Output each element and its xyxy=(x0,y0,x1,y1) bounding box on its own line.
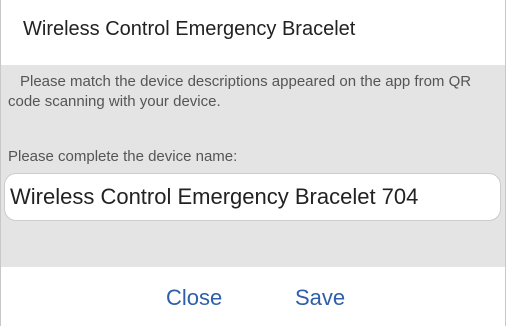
device-name-input[interactable]: Wireless Control Emergency Bracelet 704 xyxy=(4,173,501,221)
device-name-prompt: Please complete the device name: xyxy=(8,148,238,165)
dialog-body: Please match the device descriptions app… xyxy=(1,65,505,267)
device-name-dialog: Wireless Control Emergency Bracelet Plea… xyxy=(0,0,506,326)
dialog-header: Wireless Control Emergency Bracelet xyxy=(1,0,505,65)
device-description-text: Please match the device descriptions app… xyxy=(8,73,472,110)
dialog-title: Wireless Control Emergency Bracelet xyxy=(23,18,356,40)
dialog-actions: Close Save xyxy=(1,267,505,326)
close-button[interactable]: Close xyxy=(166,285,222,311)
save-button[interactable]: Save xyxy=(295,285,345,311)
